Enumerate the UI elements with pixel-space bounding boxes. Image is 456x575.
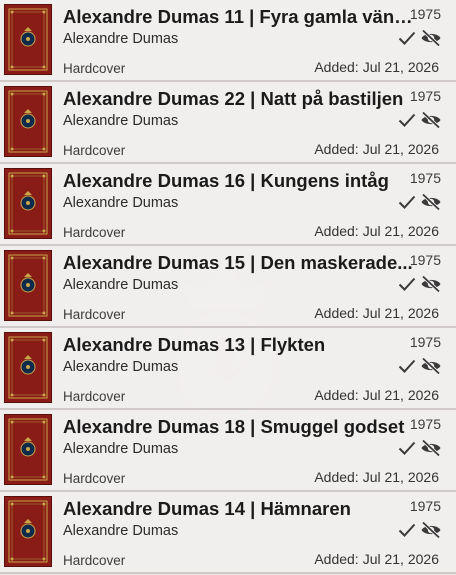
- book-status-icons: [398, 29, 442, 47]
- added-date-value: Jul 21, 2026: [362, 305, 439, 321]
- book-title: Alexandre Dumas 18 | Smuggel godset: [63, 416, 405, 437]
- added-date-value: Jul 21, 2026: [362, 223, 439, 239]
- added-label: Added:: [314, 59, 359, 75]
- checkmark-icon[interactable]: [398, 194, 416, 210]
- book-title: Alexandre Dumas 11 | Fyra gamla vänner: [63, 6, 415, 27]
- checkmark-icon[interactable]: [398, 358, 416, 374]
- book-format: Hardcover: [63, 61, 126, 76]
- book-author: Alexandre Dumas: [63, 441, 179, 457]
- eye-off-icon[interactable]: [420, 193, 442, 211]
- book-format: Hardcover: [63, 225, 126, 240]
- eye-off-icon[interactable]: [420, 357, 442, 375]
- book-cover-image[interactable]: [4, 496, 52, 567]
- book-cover-image[interactable]: [4, 414, 52, 485]
- book-title: Alexandre Dumas 16 | Kungens intåg: [63, 170, 389, 191]
- book-author: Alexandre Dumas: [63, 359, 179, 375]
- book-cover-image[interactable]: [4, 86, 52, 157]
- book-list: Alexandre Dumas 11 | Fyra gamla vänner A…: [0, 0, 456, 574]
- book-added-date: Added: Jul 21, 2026: [314, 305, 439, 321]
- added-label: Added:: [314, 469, 359, 485]
- book-status-icons: [398, 275, 442, 293]
- eye-off-icon[interactable]: [420, 275, 442, 293]
- book-year: 1975: [409, 416, 441, 432]
- book-row[interactable]: Alexandre Dumas 22 | Natt på bastiljen A…: [0, 82, 456, 164]
- added-label: Added:: [314, 305, 359, 321]
- book-row[interactable]: Alexandre Dumas 18 | Smuggel godset Alex…: [0, 410, 456, 492]
- book-format: Hardcover: [63, 471, 126, 486]
- book-format: Hardcover: [63, 553, 126, 568]
- book-title: Alexandre Dumas 22 | Natt på bastiljen: [63, 88, 404, 109]
- book-author: Alexandre Dumas: [63, 195, 179, 211]
- book-year: 1975: [409, 334, 441, 350]
- added-label: Added:: [314, 223, 359, 239]
- checkmark-icon[interactable]: [398, 440, 416, 456]
- checkmark-icon[interactable]: [398, 112, 416, 128]
- book-author: Alexandre Dumas: [63, 523, 179, 539]
- book-added-date: Added: Jul 21, 2026: [314, 223, 439, 239]
- book-year: 1975: [409, 170, 441, 186]
- added-date-value: Jul 21, 2026: [362, 469, 439, 485]
- added-label: Added:: [314, 387, 359, 403]
- added-date-value: Jul 21, 2026: [362, 59, 439, 75]
- book-title: Alexandre Dumas 15 | Den maskerade...: [63, 252, 413, 273]
- added-date-value: Jul 21, 2026: [362, 551, 439, 567]
- added-label: Added:: [314, 551, 359, 567]
- book-added-date: Added: Jul 21, 2026: [314, 141, 439, 157]
- book-added-date: Added: Jul 21, 2026: [314, 59, 439, 75]
- book-status-icons: [398, 439, 442, 457]
- book-status-icons: [398, 193, 442, 211]
- eye-off-icon[interactable]: [420, 111, 442, 129]
- book-row[interactable]: Alexandre Dumas 15 | Den maskerade... Al…: [0, 246, 456, 328]
- checkmark-icon[interactable]: [398, 30, 416, 46]
- book-author: Alexandre Dumas: [63, 277, 179, 293]
- book-author: Alexandre Dumas: [63, 113, 179, 129]
- book-title: Alexandre Dumas 14 | Hämnaren: [63, 498, 351, 519]
- book-cover-image[interactable]: [4, 250, 52, 321]
- book-format: Hardcover: [63, 307, 126, 322]
- added-date-value: Jul 21, 2026: [362, 387, 439, 403]
- book-row[interactable]: Alexandre Dumas 13 | Flykten Alexandre D…: [0, 328, 456, 410]
- book-cover-image[interactable]: [4, 168, 52, 239]
- book-added-date: Added: Jul 21, 2026: [314, 387, 439, 403]
- book-title: Alexandre Dumas 13 | Flykten: [63, 334, 326, 355]
- eye-off-icon[interactable]: [420, 521, 442, 539]
- book-added-date: Added: Jul 21, 2026: [314, 469, 439, 485]
- book-year: 1975: [409, 88, 441, 104]
- book-added-date: Added: Jul 21, 2026: [314, 551, 439, 567]
- eye-off-icon[interactable]: [420, 29, 442, 47]
- book-year: 1975: [409, 498, 441, 514]
- book-row[interactable]: Alexandre Dumas 16 | Kungens intåg Alexa…: [0, 164, 456, 246]
- checkmark-icon[interactable]: [398, 276, 416, 292]
- book-year: 1975: [409, 252, 441, 268]
- book-format: Hardcover: [63, 143, 126, 158]
- book-row[interactable]: Alexandre Dumas 11 | Fyra gamla vänner A…: [0, 0, 456, 82]
- book-cover-image[interactable]: [4, 332, 52, 403]
- book-status-icons: [398, 521, 442, 539]
- added-date-value: Jul 21, 2026: [362, 141, 439, 157]
- checkmark-icon[interactable]: [398, 522, 416, 538]
- book-status-icons: [398, 111, 442, 129]
- book-cover-image[interactable]: [4, 4, 52, 75]
- eye-off-icon[interactable]: [420, 439, 442, 457]
- book-row[interactable]: Alexandre Dumas 14 | Hämnaren Alexandre …: [0, 492, 456, 574]
- book-status-icons: [398, 357, 442, 375]
- book-format: Hardcover: [63, 389, 126, 404]
- book-year: 1975: [409, 6, 441, 22]
- added-label: Added:: [314, 141, 359, 157]
- book-author: Alexandre Dumas: [63, 31, 179, 47]
